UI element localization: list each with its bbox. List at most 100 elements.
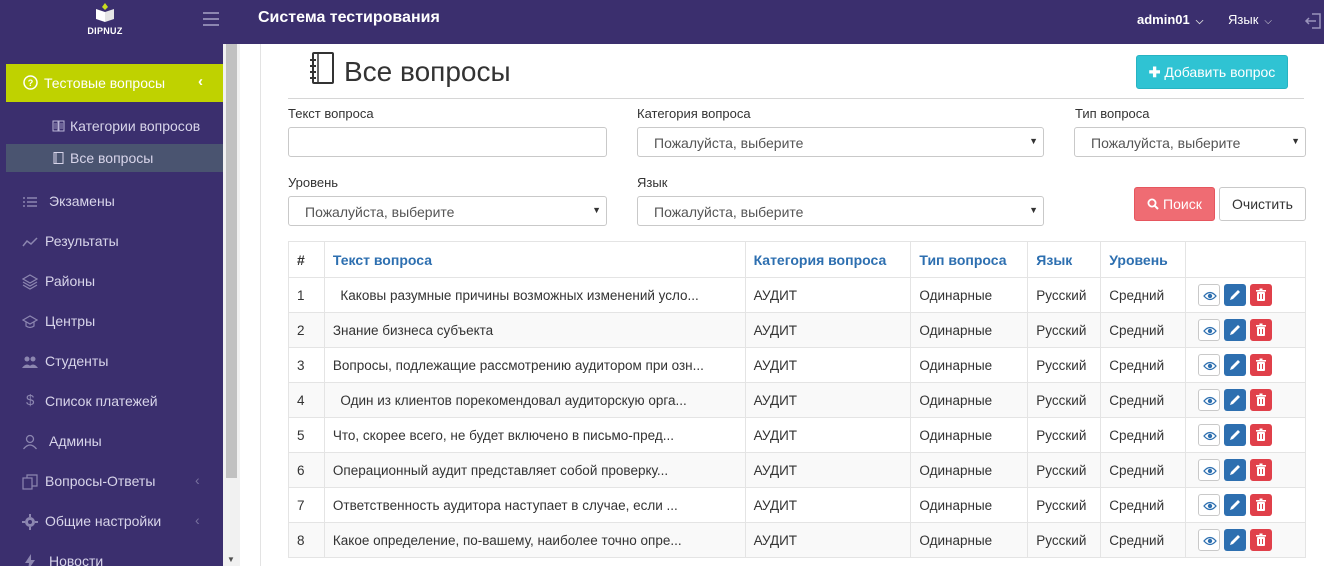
level-select[interactable]: Пожалуйста, выберите ▼ (288, 196, 607, 226)
question-level: Средний (1100, 487, 1187, 523)
question-language: Русский (1027, 312, 1102, 348)
trash-icon (1256, 498, 1267, 511)
view-button[interactable] (1198, 459, 1221, 481)
scroll-down-arrow-icon[interactable]: ▼ (227, 555, 235, 564)
settings-icon (22, 514, 38, 530)
sidebar-item-qa[interactable]: Вопросы-Ответы ‹ (0, 462, 223, 502)
sidebar-item-districts[interactable]: Районы (0, 262, 223, 302)
chevron-left-icon: ‹ (195, 472, 200, 488)
question-text: Один из клиентов порекомендовал аудиторс… (323, 382, 746, 418)
question-language: Русский (1027, 522, 1102, 558)
search-button[interactable]: Поиск (1134, 187, 1215, 221)
sidebar-item-exams[interactable]: Экзамены (0, 182, 223, 222)
eye-icon (1203, 361, 1217, 371)
sidebar-item-label: Админы (49, 433, 102, 449)
caret-down-icon: ▼ (1029, 205, 1038, 215)
copy-icon (22, 474, 38, 490)
level-select-value: Пожалуйста, выберите (305, 204, 455, 220)
type-select[interactable]: Пожалуйста, выберите ▼ (1074, 127, 1306, 157)
divider (288, 98, 1304, 99)
edit-button[interactable] (1224, 494, 1247, 516)
language-filter-label: Язык (637, 175, 668, 190)
sidebar-item-centers[interactable]: Центры (0, 302, 223, 342)
edit-button[interactable] (1224, 424, 1247, 446)
question-category: АУДИТ (744, 417, 912, 453)
language-menu[interactable]: Язык ⌵ (1228, 12, 1272, 27)
language-select[interactable]: Пожалуйста, выберите ▼ (637, 196, 1044, 226)
view-button[interactable] (1198, 424, 1221, 446)
delete-button[interactable] (1250, 354, 1273, 376)
question-text: Вопросы, подлежащие рассмотрению аудитор… (323, 347, 746, 383)
sidebar-item-label: Студенты (45, 353, 109, 369)
type-select-value: Пожалуйста, выберите (1091, 135, 1241, 151)
category-select[interactable]: Пожалуйста, выберите ▼ (637, 127, 1044, 157)
delete-button[interactable] (1250, 459, 1273, 481)
search-button-label: Поиск (1163, 196, 1202, 212)
language-label: Язык (1228, 12, 1259, 27)
delete-button[interactable] (1250, 389, 1273, 411)
chevron-down-icon: ⌵ (1264, 16, 1272, 27)
edit-button[interactable] (1224, 389, 1247, 411)
column-header-number: # (288, 241, 325, 278)
edit-button[interactable] (1224, 319, 1247, 341)
question-language: Русский (1027, 452, 1102, 488)
question-language: Русский (1027, 382, 1102, 418)
sidebar-item-settings[interactable]: Общие настройки ‹ (0, 502, 223, 542)
row-number: 8 (288, 522, 325, 558)
pencil-icon (1230, 465, 1241, 475)
column-header-language[interactable]: Язык (1027, 241, 1102, 278)
sidebar-subitem-all-questions[interactable]: Все вопросы (6, 144, 223, 172)
plus-icon: ✚ (1148, 64, 1161, 80)
column-header-category[interactable]: Категория вопроса (744, 241, 912, 278)
add-question-button[interactable]: ✚ Добавить вопрос (1136, 55, 1288, 89)
edit-button[interactable] (1224, 529, 1247, 551)
sidebar-item-results[interactable]: Результаты (0, 222, 223, 262)
delete-button[interactable] (1250, 319, 1273, 341)
graduation-cap-icon (22, 315, 38, 329)
trash-icon (1256, 393, 1267, 406)
edit-button[interactable] (1224, 284, 1247, 306)
question-text: Каковы разумные причины возможных измене… (323, 277, 746, 313)
question-text-input[interactable] (288, 127, 607, 157)
column-header-type[interactable]: Тип вопроса (910, 241, 1029, 278)
sidebar-item-test-questions[interactable]: ? Тестовые вопросы ‹ (6, 64, 223, 102)
view-button[interactable] (1198, 319, 1221, 341)
sidebar-item-label: Результаты (45, 233, 119, 249)
view-button[interactable] (1198, 354, 1221, 376)
scrollbar-thumb[interactable] (226, 44, 237, 478)
trash-icon (1256, 428, 1267, 441)
eye-icon (1203, 291, 1217, 301)
column-header-level[interactable]: Уровень (1100, 241, 1187, 278)
bolt-icon (25, 554, 35, 566)
sidebar-item-admins[interactable]: Админы (0, 422, 223, 462)
clear-button[interactable]: Очистить (1219, 187, 1306, 221)
sidebar-subitem-categories[interactable]: Категории вопросов (6, 112, 223, 140)
question-text: Что, скорее всего, не будет включено в п… (323, 417, 746, 453)
view-button[interactable] (1198, 494, 1221, 516)
delete-button[interactable] (1250, 424, 1273, 446)
menu-toggle-icon[interactable] (203, 12, 219, 26)
delete-button[interactable] (1250, 284, 1273, 306)
logout-icon[interactable] (1304, 11, 1324, 31)
row-number: 6 (288, 452, 325, 488)
view-button[interactable] (1198, 284, 1221, 306)
user-menu[interactable]: admin01 ⌵ (1137, 12, 1203, 27)
sidebar-item-students[interactable]: Студенты (0, 342, 223, 382)
edit-button[interactable] (1224, 459, 1247, 481)
search-icon (1147, 198, 1159, 210)
question-level: Средний (1100, 312, 1187, 348)
view-button[interactable] (1198, 389, 1221, 411)
delete-button[interactable] (1250, 529, 1273, 551)
sidebar-item-payments[interactable]: $ Список платежей (0, 382, 223, 422)
sidebar-item-label: Новости (49, 553, 104, 566)
logo[interactable]: DIPNUZ (80, 0, 130, 44)
table-row: 1 Каковы разумные причины возможных изме… (288, 277, 1306, 313)
sidebar-scrollbar[interactable]: ▼ (223, 44, 240, 566)
edit-button[interactable] (1224, 354, 1247, 376)
eye-icon (1203, 466, 1217, 476)
column-header-text[interactable]: Текст вопроса (323, 241, 746, 278)
delete-button[interactable] (1250, 494, 1273, 516)
view-button[interactable] (1198, 529, 1221, 551)
sidebar-item-news[interactable]: Новости (0, 542, 223, 566)
row-number: 3 (288, 347, 325, 383)
